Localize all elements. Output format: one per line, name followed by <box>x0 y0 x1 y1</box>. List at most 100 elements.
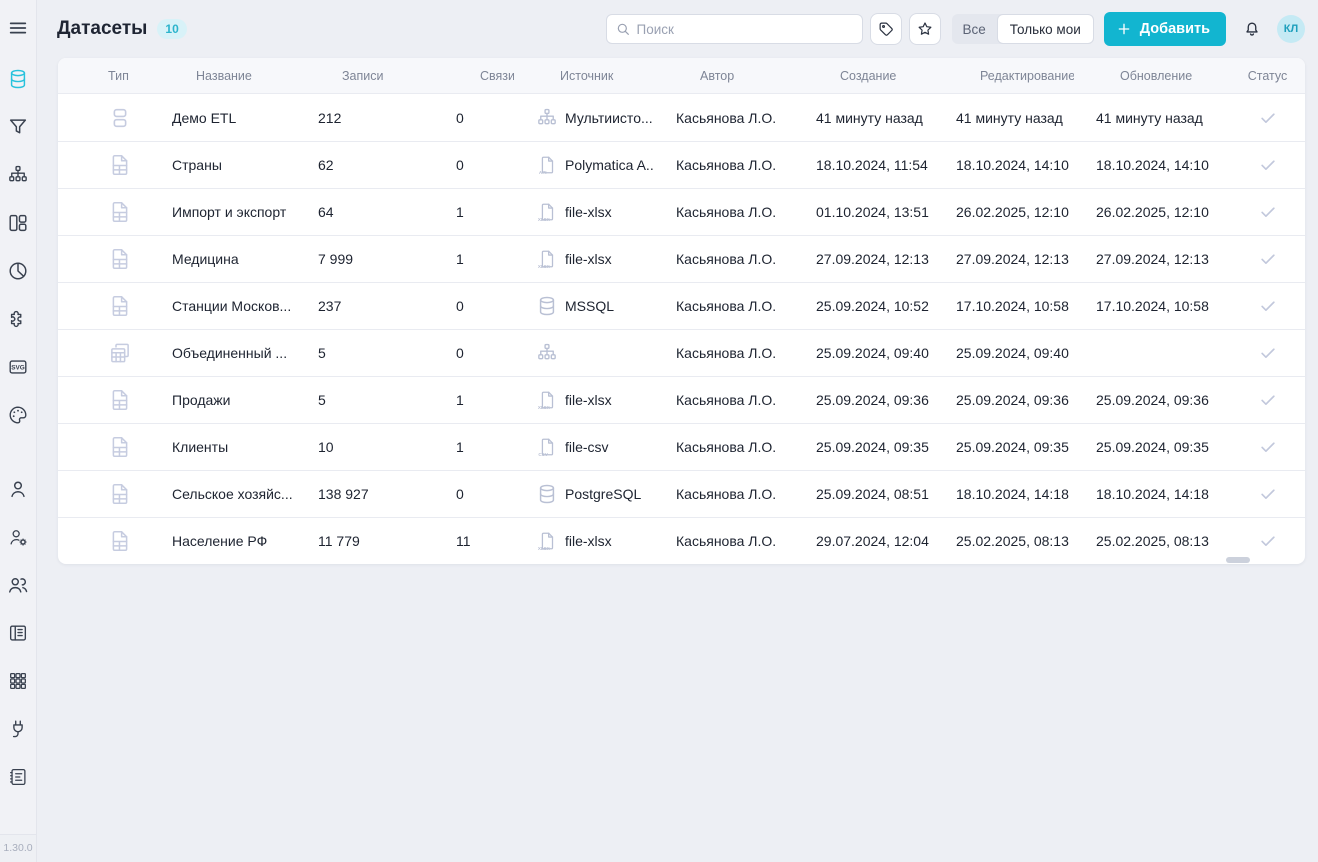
status-check-icon <box>1230 155 1305 175</box>
col-header-links[interactable]: Связи <box>434 69 514 83</box>
table-row[interactable]: Клиенты101CSVfile-csvКасьянова Л.О.25.09… <box>58 423 1305 470</box>
table-row[interactable]: Население РФ11 77911XLSXfile-xlsxКасьяно… <box>58 517 1305 564</box>
etl-icon <box>58 105 150 131</box>
avatar[interactable]: КЛ <box>1277 15 1305 43</box>
dataset-records: 7 999 <box>296 251 434 267</box>
table-file-icon <box>58 246 150 272</box>
svg-text:CSV: CSV <box>538 452 548 457</box>
sidebar-item-connections[interactable] <box>6 717 30 741</box>
table-row[interactable]: Импорт и экспорт641XLSXfile-xlsxКасьянов… <box>58 188 1305 235</box>
dataset-source-label: file-csv <box>565 439 609 455</box>
dataset-created: 29.07.2024, 12:04 <box>794 533 934 549</box>
dataset-source: PostgreSQL <box>514 483 654 505</box>
dataset-created: 25.09.2024, 08:51 <box>794 486 934 502</box>
horizontal-scrollbar-thumb[interactable] <box>1226 557 1250 563</box>
search-input[interactable] <box>637 22 854 37</box>
plus-icon <box>1116 21 1132 37</box>
dataset-links: 0 <box>434 345 514 361</box>
sidebar-item-user-settings[interactable] <box>6 525 30 549</box>
status-check-icon <box>1230 296 1305 316</box>
dataset-source: MSSQL <box>514 295 654 317</box>
topbar: Датасеты 10 Все Только мои Добавить КЛ <box>37 0 1318 58</box>
dataset-created: 25.09.2024, 09:40 <box>794 345 934 361</box>
dataset-source-label: MSSQL <box>565 298 614 314</box>
table-row[interactable]: Продажи51XLSXfile-xlsxКасьянова Л.О.25.0… <box>58 376 1305 423</box>
sidebar-item-themes[interactable] <box>6 403 30 427</box>
star-icon <box>916 20 934 38</box>
dataset-source: XLSXfile-xlsx <box>514 389 654 411</box>
sidebar-item-profile[interactable] <box>6 477 30 501</box>
tags-filter-button[interactable] <box>870 13 902 45</box>
dataset-edited: 25.09.2024, 09:35 <box>934 439 1074 455</box>
notifications-button[interactable] <box>1242 19 1262 39</box>
tags-icon <box>877 20 895 38</box>
filter-mine-tab[interactable]: Только мои <box>997 14 1094 44</box>
dataset-edited: 25.02.2025, 08:13 <box>934 533 1074 549</box>
dataset-edited: 27.09.2024, 12:13 <box>934 251 1074 267</box>
sidebar-item-users[interactable] <box>6 573 30 597</box>
sidebar-item-journal[interactable] <box>6 621 30 645</box>
status-check-icon <box>1230 249 1305 269</box>
table-row[interactable]: Страны620APIPolymatica A...Касьянова Л.О… <box>58 141 1305 188</box>
status-check-icon <box>1230 484 1305 504</box>
dataset-author: Касьянова Л.О. <box>654 298 794 314</box>
col-header-author[interactable]: Автор <box>654 69 794 83</box>
menu-toggle-button[interactable] <box>7 17 29 39</box>
table-row[interactable]: Демо ETL2120Мультиисто...Касьянова Л.О.4… <box>58 94 1305 141</box>
dataset-edited: 17.10.2024, 10:58 <box>934 298 1074 314</box>
status-check-icon <box>1230 531 1305 551</box>
dataset-source-label: file-xlsx <box>565 204 612 220</box>
dataset-name: Продажи <box>150 392 296 408</box>
dataset-records: 62 <box>296 157 434 173</box>
dataset-created: 27.09.2024, 12:13 <box>794 251 934 267</box>
sidebar-item-filters[interactable] <box>6 115 30 139</box>
sidebar-item-logs[interactable] <box>6 765 30 789</box>
dataset-author: Касьянова Л.О. <box>654 345 794 361</box>
dataset-edited: 18.10.2024, 14:10 <box>934 157 1074 173</box>
dataset-source: XLSXfile-xlsx <box>514 201 654 223</box>
table-row[interactable]: Сельское хозяйс...138 9270PostgreSQLКась… <box>58 470 1305 517</box>
dataset-created: 25.09.2024, 10:52 <box>794 298 934 314</box>
sidebar-item-charts[interactable] <box>6 259 30 283</box>
puzzle-icon <box>7 308 29 330</box>
sidebar-item-datasets[interactable] <box>6 67 30 91</box>
dataset-source: XLSXfile-xlsx <box>514 248 654 270</box>
palette-icon <box>7 404 29 426</box>
col-header-source[interactable]: Источник <box>514 69 654 83</box>
table-row[interactable]: Станции Москов...2370MSSQLКасьянова Л.О.… <box>58 282 1305 329</box>
col-header-type[interactable]: Тип <box>58 69 150 83</box>
col-header-updated[interactable]: Обновление <box>1074 69 1230 83</box>
col-header-status[interactable]: Статус <box>1230 69 1305 83</box>
table-row[interactable]: Объединенный ...50Касьянова Л.О.25.09.20… <box>58 329 1305 376</box>
search-icon <box>615 21 631 37</box>
filter-all-tab[interactable]: Все <box>952 22 997 37</box>
xlsx-file-icon: XLSX <box>536 389 558 411</box>
table-row[interactable]: Медицина7 9991XLSXfile-xlsxКасьянова Л.О… <box>58 235 1305 282</box>
csv-file-icon: CSV <box>536 436 558 458</box>
dataset-links: 11 <box>434 533 514 549</box>
users-icon <box>7 574 29 596</box>
col-header-name[interactable]: Название <box>150 69 296 83</box>
status-check-icon <box>1230 202 1305 222</box>
col-header-records[interactable]: Записи <box>296 69 434 83</box>
add-button[interactable]: Добавить <box>1104 12 1226 46</box>
dataset-author: Касьянова Л.О. <box>654 392 794 408</box>
ownership-filter: Все Только мои <box>952 14 1094 44</box>
dataset-author: Касьянова Л.О. <box>654 204 794 220</box>
notebook-icon <box>7 766 29 788</box>
sidebar-item-svg-assets[interactable]: SVG <box>6 355 30 379</box>
sidebar-item-plugins[interactable] <box>6 307 30 331</box>
sidebar-item-dashboards[interactable] <box>6 211 30 235</box>
dataset-records: 10 <box>296 439 434 455</box>
dataset-created: 25.09.2024, 09:35 <box>794 439 934 455</box>
dataset-created: 41 минуту назад <box>794 110 934 126</box>
dataset-source: CSV file-csv <box>514 436 654 458</box>
sidebar-item-modules[interactable] <box>6 669 30 693</box>
svg-badge-icon: SVG <box>7 356 29 378</box>
search-box[interactable] <box>606 14 863 44</box>
favorites-filter-button[interactable] <box>909 13 941 45</box>
col-header-created[interactable]: Создание <box>794 69 934 83</box>
layout-icon <box>7 212 29 234</box>
col-header-edited[interactable]: Редактирование <box>934 69 1074 83</box>
sidebar-item-etl[interactable] <box>6 163 30 187</box>
